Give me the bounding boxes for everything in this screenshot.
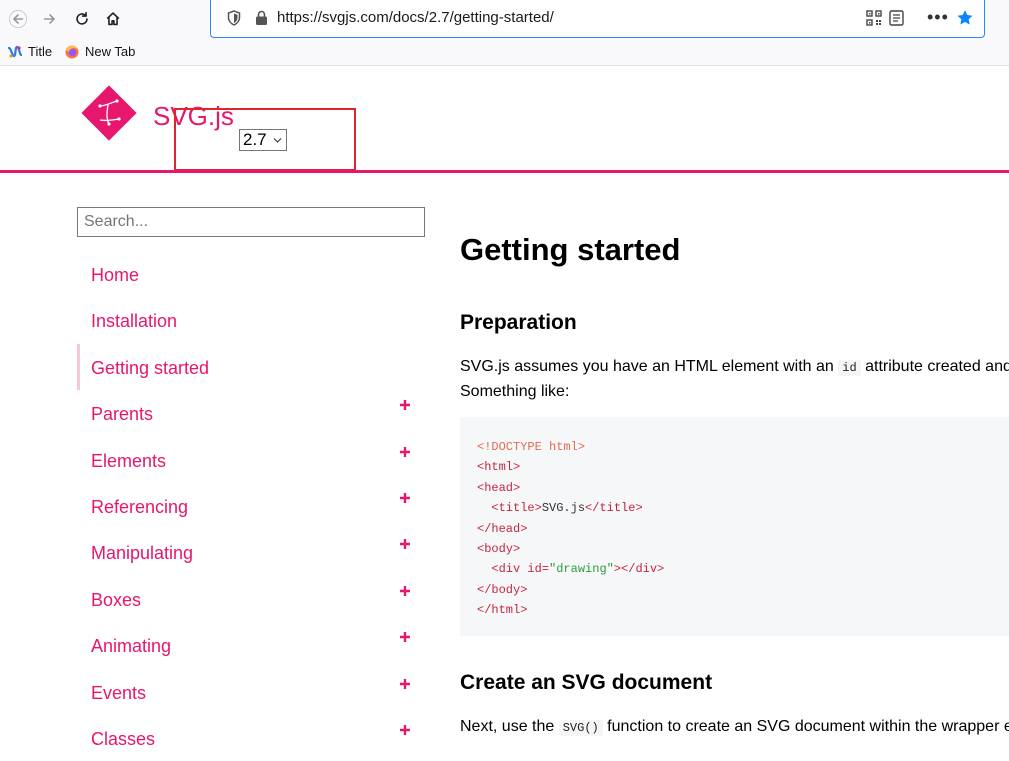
sidebar-item-label: Home — [91, 265, 140, 285]
back-arrow-icon — [9, 10, 27, 28]
active-indicator — [77, 343, 80, 390]
sidebar-item-label: Referencing — [91, 496, 189, 517]
code-tag: <html> — [477, 460, 521, 475]
sidebar-item-getting-started[interactable]: Getting started — [77, 343, 417, 390]
header-divider — [0, 170, 1009, 173]
sidebar-item-label: Boxes — [91, 589, 142, 610]
code-tag: <body> — [477, 542, 521, 557]
back-button[interactable] — [4, 5, 32, 33]
sidebar-item-label: Getting started — [91, 357, 210, 378]
sidebar-item-label: Installation — [91, 311, 178, 332]
code-doctype: <!DOCTYPE html> — [477, 440, 586, 454]
home-icon — [106, 12, 120, 26]
bookmark-label: New Tab — [85, 44, 136, 59]
bookmarks-bar: Title New Tab — [0, 38, 1009, 66]
version-value: 2.7 — [243, 130, 267, 149]
sidebar-item-home[interactable]: Home — [77, 251, 417, 297]
search-input[interactable] — [77, 207, 425, 237]
version-select[interactable]: 2.7 — [239, 129, 287, 151]
sidebar-item-manipulating[interactable]: Manipulating — [77, 529, 417, 575]
page-actions-menu-icon[interactable]: ••• — [927, 8, 949, 26]
lock-icon[interactable] — [255, 10, 268, 26]
expand-plus-icon[interactable] — [399, 492, 411, 504]
sidebar-item-installation[interactable]: Installation — [77, 297, 417, 343]
code-tag: </head> — [477, 521, 528, 536]
inline-code-svg: SVG() — [558, 720, 603, 736]
code-attr: id= — [527, 562, 550, 577]
text-run: function to create an SVG document withi… — [602, 718, 1009, 735]
code-tag: <div — [491, 562, 528, 577]
bookmark-title[interactable]: Title — [8, 44, 52, 59]
expand-plus-icon[interactable] — [399, 538, 411, 550]
reader-view-icon[interactable] — [889, 10, 904, 26]
section-heading-create-svg: Create an SVG document — [460, 671, 713, 694]
code-tag: </body> — [477, 582, 528, 597]
home-button[interactable] — [99, 5, 127, 33]
expand-plus-icon[interactable] — [399, 446, 411, 458]
code-tag: </title> — [585, 501, 643, 516]
tracking-shield-icon[interactable] — [227, 10, 241, 26]
bookmark-favicon-icon — [8, 45, 22, 58]
expand-plus-icon[interactable] — [399, 399, 411, 411]
bookmark-label: Title — [28, 44, 53, 59]
page-title: Getting started — [460, 232, 681, 267]
sidebar-item-parents[interactable]: Parents — [77, 390, 417, 436]
svgjs-logo-icon[interactable] — [80, 84, 138, 142]
sidebar-item-label: Events — [91, 682, 147, 703]
sidebar-item-label: Classes — [91, 728, 156, 749]
text-run: Next, use the — [460, 718, 559, 735]
text-run: attribute created and — [860, 358, 1009, 375]
sidebar-item-label: Parents — [91, 404, 154, 425]
reload-icon — [76, 11, 88, 25]
sidebar-item-classes[interactable]: Classes — [77, 715, 417, 761]
code-string: "drawing" — [549, 562, 614, 577]
text-run: Something like: — [460, 383, 570, 400]
browser-toolbar: https://svgjs.com/docs/2.7/getting-start… — [0, 0, 1009, 38]
code-tag: </html> — [477, 603, 528, 618]
code-tag: <title> — [491, 501, 542, 516]
sidebar-item-animating[interactable]: Animating — [77, 622, 417, 668]
bookmark-star-icon[interactable] — [956, 9, 974, 27]
address-bar[interactable]: https://svgjs.com/docs/2.7/getting-start… — [210, 0, 985, 38]
code-tag: <head> — [477, 480, 521, 495]
preparation-paragraph: SVG.js assumes you have an HTML element … — [460, 355, 1009, 403]
sidebar-item-boxes[interactable]: Boxes — [77, 576, 417, 622]
text-run: SVG.js assumes you have an HTML element … — [460, 358, 839, 375]
create-svg-paragraph: Next, use the SVG() function to create a… — [460, 715, 1009, 740]
site-header: SVG.js 2.7 — [0, 66, 1009, 172]
url-text[interactable]: https://svgjs.com/docs/2.7/getting-start… — [277, 9, 554, 26]
expand-plus-icon[interactable] — [399, 678, 411, 690]
html-code-block: <!DOCTYPE html> <html> <head> <title>SVG… — [460, 417, 1009, 636]
code-text: SVG.js — [541, 501, 586, 516]
expand-plus-icon[interactable] — [399, 724, 411, 736]
bookmark-new-tab[interactable]: New Tab — [65, 44, 135, 59]
sidebar-item-label: Manipulating — [91, 543, 194, 564]
reload-button[interactable] — [68, 5, 96, 33]
section-heading-preparation: Preparation — [460, 311, 577, 334]
expand-plus-icon[interactable] — [399, 631, 411, 643]
code-tag: </div> — [621, 562, 665, 577]
sidebar-nav: Home Installation Getting started Parent… — [77, 251, 417, 761]
inline-code-id: id — [838, 360, 861, 376]
sidebar-item-label: Elements — [91, 450, 167, 471]
expand-plus-icon[interactable] — [399, 585, 411, 597]
chevron-down-icon — [273, 138, 282, 143]
code-tag: > — [613, 562, 622, 577]
sidebar-item-referencing[interactable]: Referencing — [77, 483, 417, 529]
firefox-icon — [65, 45, 79, 58]
qr-code-icon[interactable] — [866, 10, 882, 26]
forward-button[interactable] — [36, 5, 64, 33]
sidebar-item-label: Animating — [91, 636, 172, 657]
forward-arrow-icon — [43, 14, 55, 24]
sidebar-item-events[interactable]: Events — [77, 669, 417, 715]
sidebar-item-elements[interactable]: Elements — [77, 437, 417, 483]
